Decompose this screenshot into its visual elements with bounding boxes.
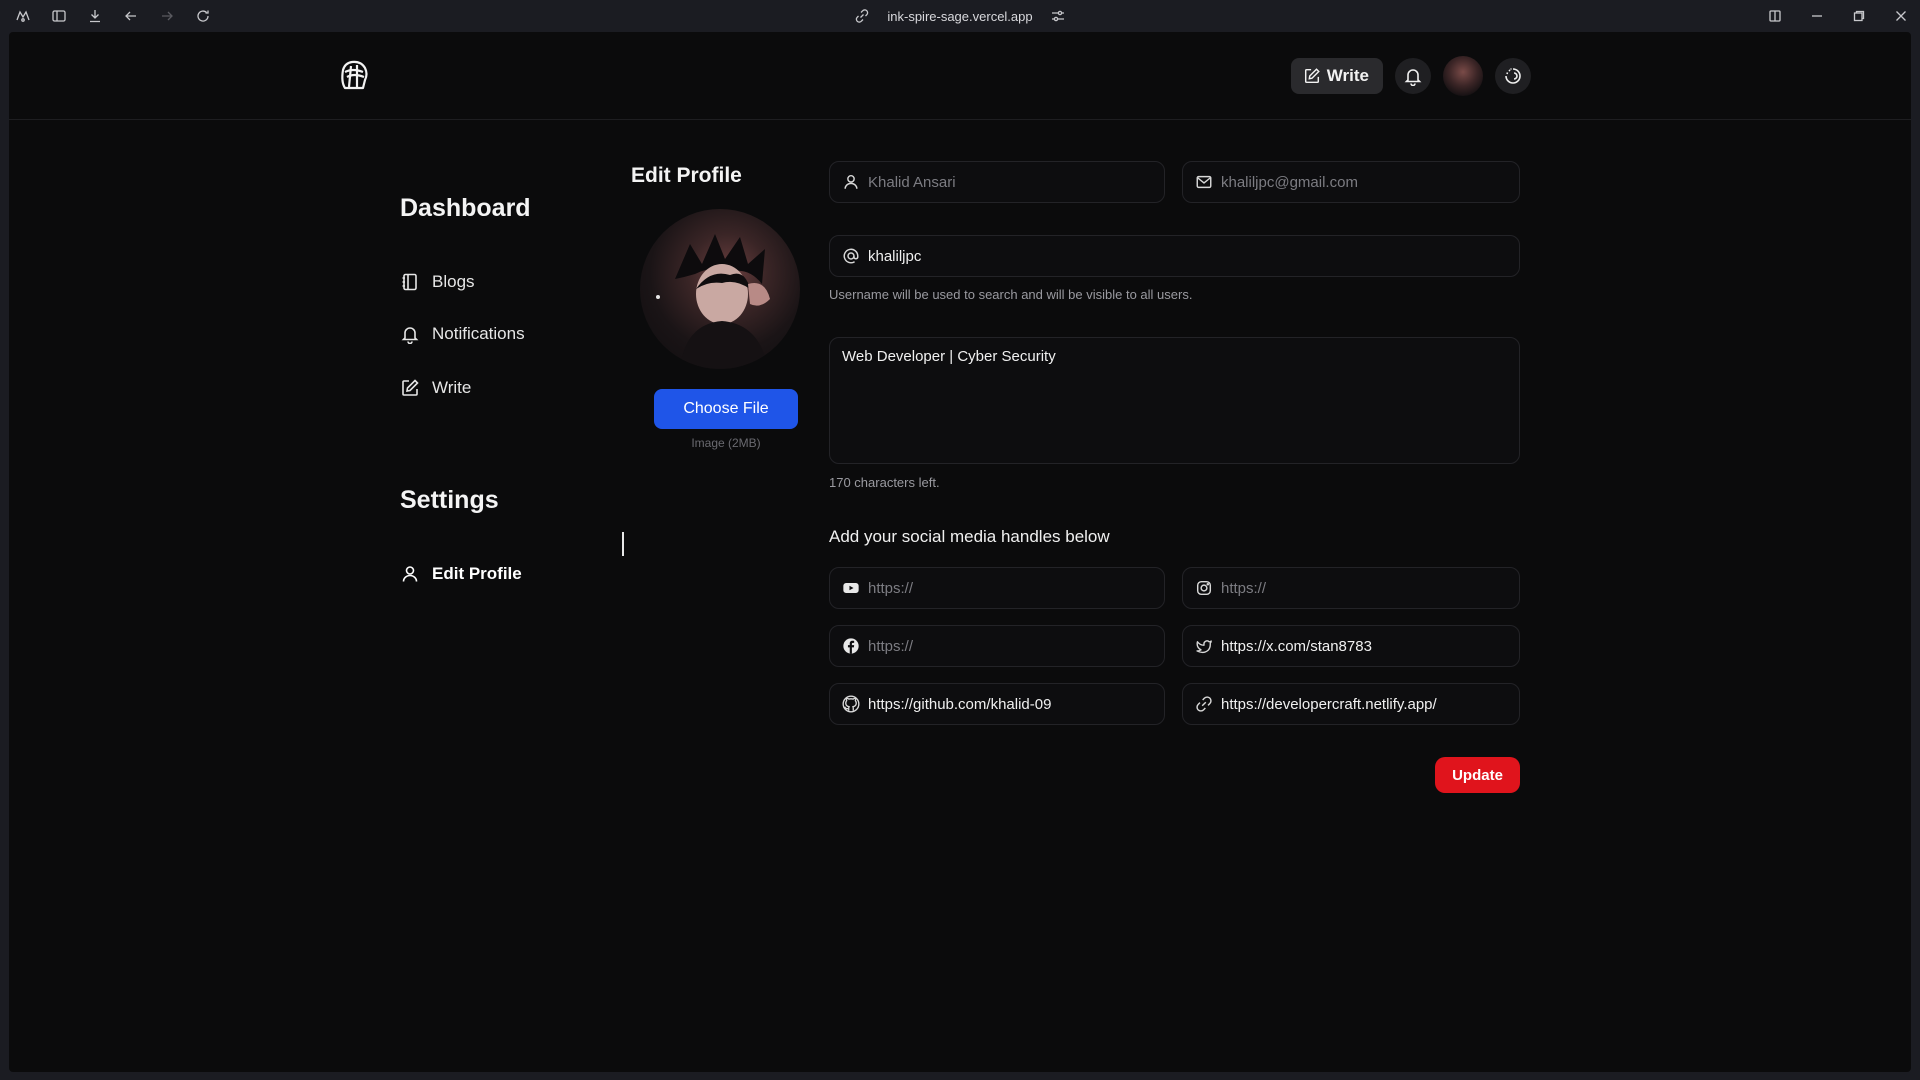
- user-icon: [402, 566, 418, 582]
- restore-icon[interactable]: [1848, 5, 1870, 27]
- social-heading: Add your social media handles below: [829, 527, 1110, 546]
- dashboard-heading: Dashboard: [400, 194, 531, 222]
- logo-icon[interactable]: [337, 58, 371, 92]
- sidebar-item-label: Notifications: [432, 324, 525, 343]
- fullname-field[interactable]: Khalid Ansari: [829, 161, 1165, 203]
- characters-left: 170 characters left.: [829, 475, 940, 490]
- edit-icon: [402, 379, 419, 396]
- twitter-icon: [1196, 640, 1212, 654]
- email-value: khaliljpc@gmail.com: [1221, 173, 1358, 191]
- sidebar-item-notifications[interactable]: Notifications: [400, 324, 525, 344]
- username-value: khaliljpc: [868, 247, 922, 265]
- user-icon: [844, 174, 858, 189]
- back-icon[interactable]: [120, 5, 142, 27]
- youtube-icon: [843, 583, 859, 593]
- email-field[interactable]: khaliljpc@gmail.com: [1182, 161, 1520, 203]
- mail-icon: [1196, 175, 1212, 189]
- active-tab-indicator: [622, 532, 624, 556]
- minimize-icon[interactable]: [1806, 5, 1828, 27]
- bell-icon: [1404, 69, 1422, 86]
- instagram-value: https://: [1221, 579, 1267, 597]
- address-bar[interactable]: ink-spire-sage.vercel.app: [887, 9, 1032, 24]
- bio-textarea[interactable]: Web Developer | Cyber Security: [829, 337, 1520, 464]
- username-field[interactable]: khaliljpc: [829, 235, 1520, 277]
- site-settings-icon[interactable]: [1047, 5, 1069, 27]
- download-icon[interactable]: [84, 5, 106, 27]
- web-page: Write Dashboard Blogs Notifications Writ…: [9, 32, 1911, 1072]
- forward-icon[interactable]: [156, 5, 178, 27]
- split-view-icon[interactable]: [1764, 5, 1786, 27]
- image-size-hint: Image (2MB): [691, 436, 761, 450]
- twitter-field[interactable]: https://x.com/stan8783: [1182, 625, 1520, 667]
- fullname-value: Khalid Ansari: [868, 173, 956, 191]
- website-value: https://developercraft.netlify.app/: [1221, 695, 1437, 713]
- sidebar-toggle-icon[interactable]: [48, 5, 70, 27]
- sidebar-item-blogs[interactable]: Blogs: [400, 272, 475, 292]
- bell-icon: [401, 327, 419, 344]
- youtube-value: https://: [868, 579, 914, 597]
- update-button[interactable]: Update: [1435, 757, 1520, 793]
- facebook-field[interactable]: https://: [829, 625, 1165, 667]
- website-field[interactable]: https://developercraft.netlify.app/: [1182, 683, 1520, 725]
- page-title: Edit Profile: [631, 164, 742, 187]
- browser-toolbar: ink-spire-sage.vercel.app: [0, 0, 1920, 32]
- nav-write-label: Write: [1326, 66, 1369, 85]
- settings-heading: Settings: [400, 486, 499, 514]
- sidebar-item-write[interactable]: Write: [400, 378, 471, 398]
- instagram-icon: [1196, 580, 1212, 596]
- moon-sun-icon: [1505, 68, 1521, 84]
- sidebar-item-label: Blogs: [432, 272, 475, 291]
- choose-file-button[interactable]: Choose File: [654, 389, 798, 429]
- user-avatar[interactable]: [1443, 56, 1483, 96]
- facebook-icon: [843, 638, 859, 654]
- github-icon: [842, 695, 860, 713]
- site-navbar: Write: [9, 32, 1911, 120]
- instagram-field[interactable]: https://: [1182, 567, 1520, 609]
- username-help-text: Username will be used to search and will…: [829, 287, 1193, 302]
- profile-image: [640, 209, 800, 369]
- sidebar-item-edit-profile[interactable]: Edit Profile: [400, 564, 522, 584]
- edit-icon: [1304, 68, 1320, 84]
- youtube-field[interactable]: https://: [829, 567, 1165, 609]
- at-sign-icon: [843, 248, 859, 264]
- github-value: https://github.com/khalid-09: [868, 695, 1052, 713]
- close-icon[interactable]: [1890, 5, 1912, 27]
- reload-icon[interactable]: [192, 5, 214, 27]
- link-icon: [1196, 696, 1212, 712]
- link-icon[interactable]: [851, 5, 873, 27]
- notebook-icon: [402, 273, 417, 291]
- facebook-value: https://: [868, 637, 914, 655]
- notifications-button[interactable]: [1395, 58, 1431, 94]
- nav-write-button[interactable]: Write: [1290, 58, 1383, 94]
- sidebar-item-label: Edit Profile: [432, 564, 522, 583]
- theme-toggle-button[interactable]: [1495, 58, 1531, 94]
- github-field[interactable]: https://github.com/khalid-09: [829, 683, 1165, 725]
- twitter-value: https://x.com/stan8783: [1221, 637, 1372, 655]
- browser-menu-icon[interactable]: [12, 5, 34, 27]
- sidebar-item-label: Write: [432, 378, 472, 397]
